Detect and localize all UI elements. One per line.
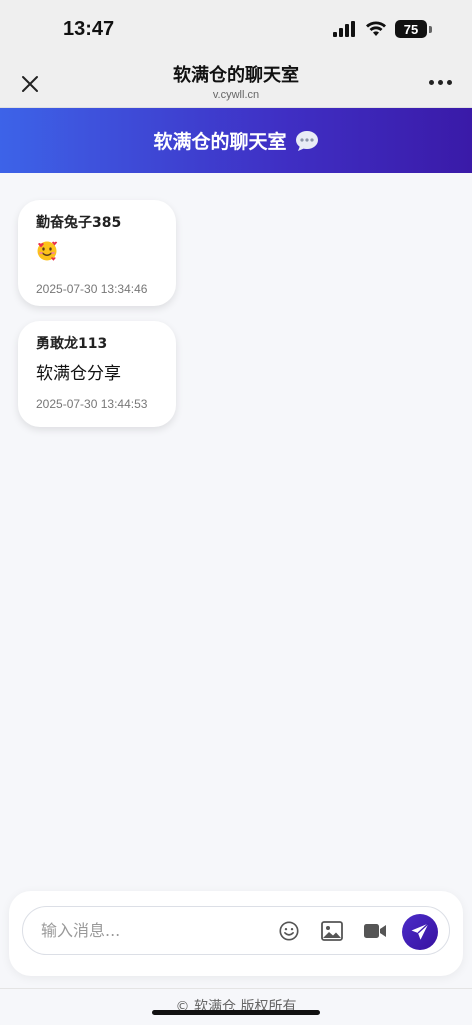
image-icon[interactable]	[320, 920, 344, 942]
more-dot-icon	[438, 80, 443, 85]
battery-indicator: 75	[395, 20, 427, 38]
signal-icon	[333, 21, 355, 37]
message-bubble[interactable]: 勤奋兔子385 2025-07-30 13:34:46	[18, 200, 176, 306]
more-options-button[interactable]	[429, 80, 452, 85]
emoji-icon[interactable]	[277, 920, 301, 942]
message-text: 软满仓分享	[36, 364, 121, 384]
speech-bubble-icon	[295, 130, 318, 151]
composer-input-container	[22, 906, 450, 955]
message-sender: 勇敢龙113	[36, 336, 108, 352]
smiling-face-with-hearts-icon	[37, 241, 58, 261]
chat-room-header: 软满仓的聊天室	[0, 108, 472, 173]
status-indicators: 75	[333, 20, 432, 38]
message-list[interactable]: 勤奋兔子385 2025-07-30 13:34:46 勇敢龙113 软满仓分享…	[0, 173, 472, 890]
paper-plane-icon	[411, 923, 429, 940]
message-timestamp: 2025-07-30 13:34:46	[36, 282, 148, 296]
chat-room-title: 软满仓的聊天室	[153, 131, 287, 153]
message-composer	[9, 891, 463, 976]
nav-title: 软满仓的聊天室	[173, 65, 299, 86]
page-footer: © 软满仓 版权所有	[0, 988, 472, 1024]
more-dot-icon	[429, 80, 434, 85]
status-bar: 13:47 75	[0, 0, 472, 60]
video-camera-icon[interactable]	[363, 920, 387, 942]
message-input[interactable]	[41, 907, 271, 954]
browser-nav-bar: 软满仓的聊天室 v.cywll.cn	[0, 60, 472, 108]
nav-title-area: 软满仓的聊天室 v.cywll.cn	[0, 64, 472, 102]
message-sender: 勤奋兔子385	[36, 215, 122, 231]
more-dot-icon	[447, 80, 452, 85]
send-button[interactable]	[402, 914, 438, 950]
message-timestamp: 2025-07-30 13:44:53	[36, 397, 148, 411]
copyright-text: © 软满仓 版权所有	[175, 999, 297, 1015]
home-indicator[interactable]	[152, 1010, 320, 1015]
message-bubble[interactable]: 勇敢龙113 软满仓分享 2025-07-30 13:44:53	[18, 321, 176, 427]
nav-url: v.cywll.cn	[212, 89, 260, 101]
status-time: 13:47	[63, 18, 115, 40]
battery-cap	[429, 25, 432, 33]
wifi-icon	[366, 21, 386, 36]
